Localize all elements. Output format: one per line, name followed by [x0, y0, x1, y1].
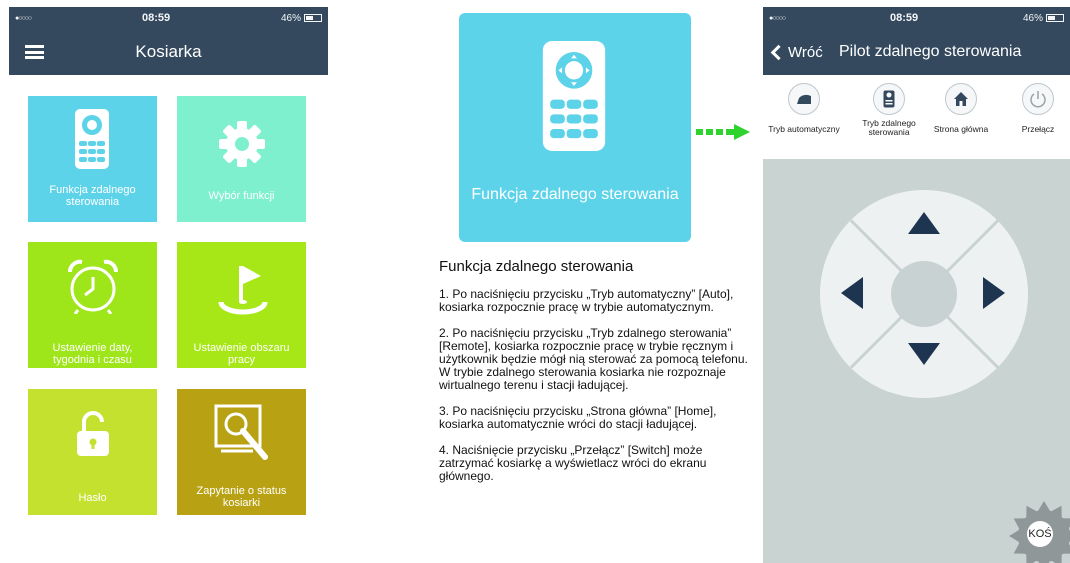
tile-label: Hasło — [78, 492, 107, 504]
battery-icon — [1045, 13, 1064, 22]
tile-label: Ustawienie obszaru pracy — [193, 342, 290, 366]
home-icon — [945, 83, 977, 115]
instruction-paragraph: 1. Po naciśnięciu przycisku „Tryb automa… — [439, 287, 734, 314]
mode-label: Przełącz — [1021, 124, 1055, 134]
kosiarka-home-screen: ●○○○○ 08:59 46% Kosiarka Funkcja zdalneg… — [9, 7, 328, 563]
mode-label: Tryb automatyczny — [768, 124, 840, 134]
back-label: Wróć — [788, 43, 823, 61]
unlocked-padlock-icon — [77, 411, 109, 456]
app-header: Wróć Pilot zdalnego sterowania — [763, 29, 1070, 75]
mode-auto-button[interactable]: Tryb automatyczny — [764, 83, 844, 134]
tile-label: Zapytanie o status kosiarki — [196, 485, 287, 509]
tile-password[interactable]: Hasło — [28, 389, 157, 515]
signal-indicator: ●○○○○ — [15, 14, 32, 22]
remote-mode-icon — [873, 83, 905, 115]
status-bar: ●○○○○ 08:59 46% — [9, 7, 328, 29]
auto-mode-icon — [788, 83, 820, 115]
tile-status-query[interactable]: Zapytanie o status kosiarki — [177, 389, 306, 515]
status-bar: ●○○○○ 08:59 46% — [763, 7, 1070, 29]
arrow-down-button[interactable] — [908, 343, 940, 365]
mode-remote-button[interactable]: Tryb zdalnego sterowania — [849, 83, 929, 137]
status-time: 08:59 — [889, 12, 919, 24]
remote-control-icon — [75, 109, 109, 169]
document-search-icon — [214, 404, 268, 460]
tile-label: Funkcja zdalnego sterowania — [49, 184, 136, 208]
instruction-paragraph: 4. Naciśnięcie przycisku „Przełącz” [Swi… — [439, 443, 707, 483]
chevron-left-icon — [770, 44, 787, 60]
arrow-left-button[interactable] — [841, 277, 863, 309]
instructions-text: Funkcja zdalnego sterowania 1. Po naciśn… — [439, 258, 749, 496]
status-time: 08:59 — [141, 12, 171, 24]
screen-title: Pilot zdalnego sterowania — [839, 43, 1022, 60]
instruction-paragraph: 2. Po naciśnięciu przycisku „Tryb zdalne… — [439, 326, 748, 392]
battery-indicator: 46% — [281, 13, 322, 24]
power-icon — [1022, 83, 1054, 115]
instructions-heading: Funkcja zdalnego sterowania — [439, 258, 634, 275]
tile-function-select[interactable]: Wybór funkcji — [177, 96, 306, 222]
mode-label: Tryb zdalnego sterowania — [862, 118, 916, 137]
mow-button[interactable]: KOŚ — [1027, 521, 1053, 547]
tile-label: Ustawienie daty, tygodnia i czasu — [52, 342, 133, 366]
remote-control-icon — [542, 41, 606, 151]
tile-date-time[interactable]: Ustawienie daty, tygodnia i czasu — [28, 242, 157, 368]
tile-label: Funkcja zdalnego sterowania — [471, 186, 679, 203]
arrow-up-button[interactable] — [908, 212, 940, 234]
app-header: Kosiarka — [9, 29, 328, 75]
green-dashed-arrow-icon — [696, 124, 750, 140]
instruction-paragraph: 3. Po naciśnięciu przycisku „Strona głów… — [439, 404, 717, 431]
remote-control-screen: ●○○○○ 08:59 46% Wróć Pilot zdalnego ster… — [763, 7, 1070, 563]
tile-work-area[interactable]: Ustawienie obszaru pracy — [177, 242, 306, 368]
signal-indicator: ●○○○○ — [769, 14, 786, 22]
battery-indicator: 46% — [1023, 13, 1064, 24]
remote-control-tile-large: Funkcja zdalnego sterowania — [459, 13, 691, 242]
arrow-right-button[interactable] — [983, 277, 1005, 309]
menu-icon[interactable] — [25, 45, 44, 59]
tile-remote-control[interactable]: Funkcja zdalnego sterowania — [28, 96, 157, 222]
gear-icon — [219, 121, 265, 167]
app-title: Kosiarka — [135, 42, 202, 61]
back-button[interactable]: Wróć — [763, 44, 839, 61]
golf-flag-icon — [218, 266, 268, 315]
pad-center — [891, 261, 957, 327]
mode-home-button[interactable]: Strona główna — [921, 83, 1001, 134]
alarm-clock-icon — [68, 259, 118, 314]
mode-label: Strona główna — [933, 124, 989, 134]
direction-pad — [820, 190, 1028, 398]
mode-switch-button[interactable]: Przełącz — [998, 83, 1070, 134]
mode-toolbar: Tryb automatyczny Tryb zdalnego sterowan… — [763, 75, 1070, 159]
tile-label: Wybór funkcji — [208, 190, 275, 202]
battery-icon — [303, 13, 322, 22]
